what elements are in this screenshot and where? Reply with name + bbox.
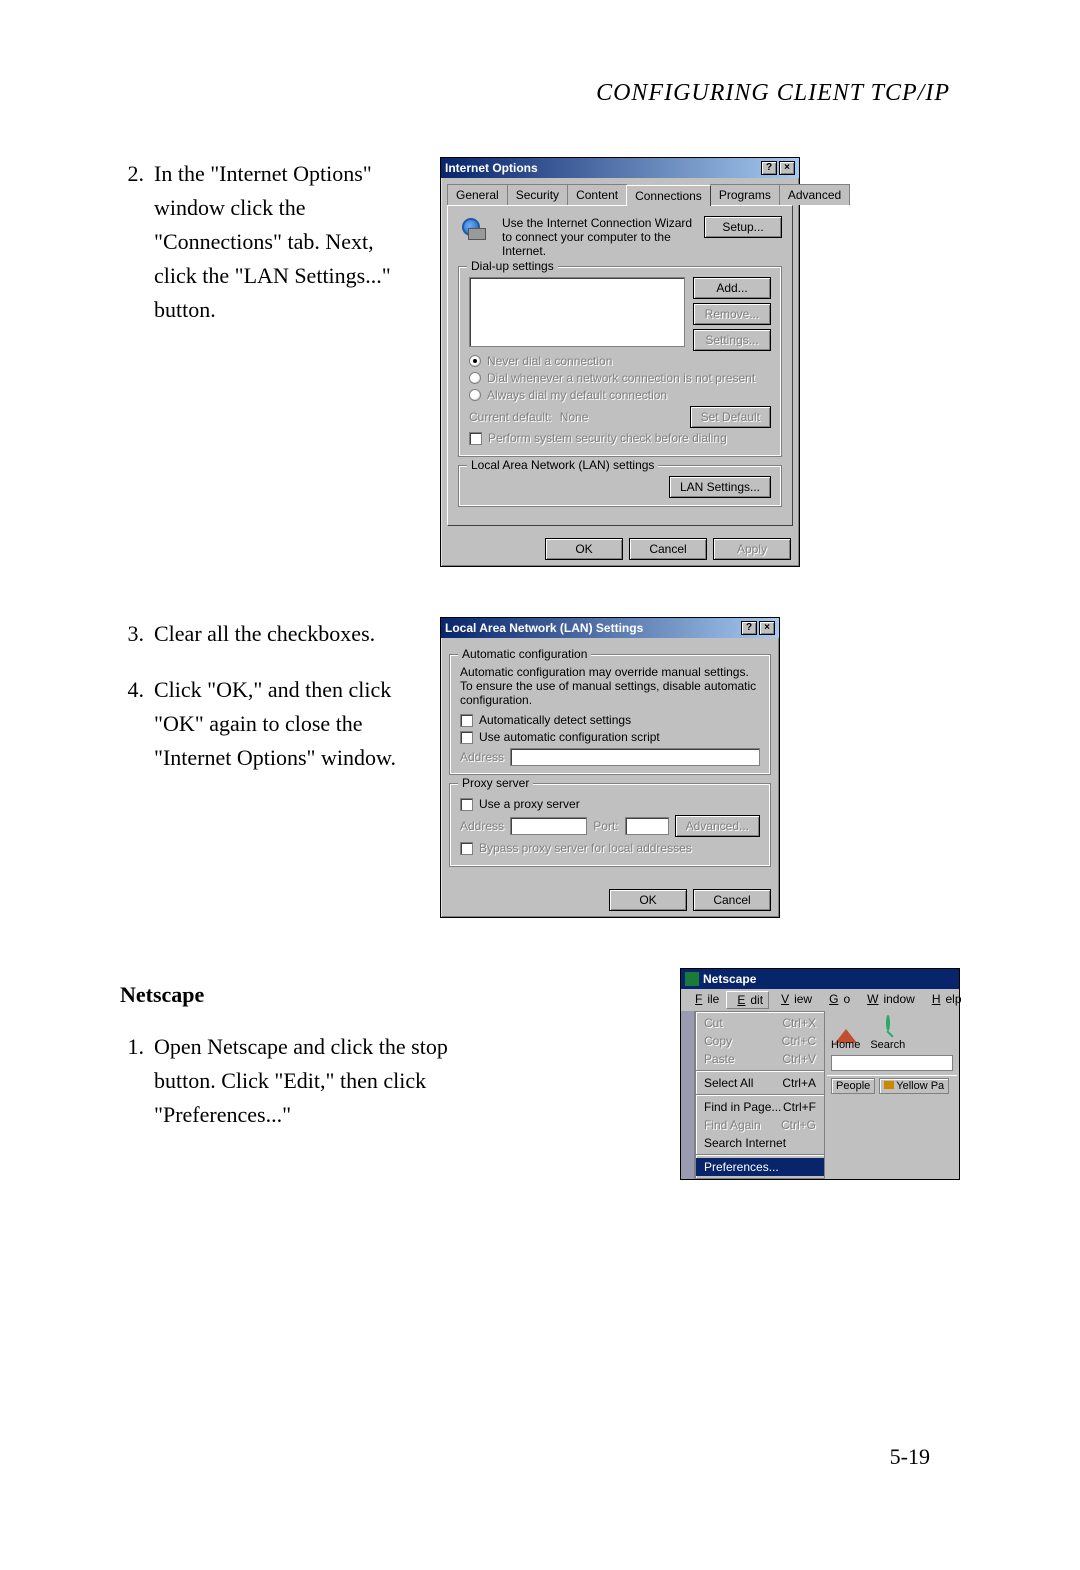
menu-window[interactable]: Window	[857, 991, 920, 1009]
lan-settings-dialog: Local Area Network (LAN) Settings ? × Au…	[440, 617, 780, 918]
menu-item-copy: CopyCtrl+C	[696, 1032, 824, 1050]
auto-config-text: Automatic configuration may override man…	[460, 665, 760, 707]
tab-strip: General Security Content Connections Pro…	[441, 178, 799, 205]
proxy-port-input	[625, 817, 669, 835]
proxy-address-input	[510, 817, 587, 835]
help-icon[interactable]: ?	[761, 161, 777, 175]
use-proxy-checkbox[interactable]: Use a proxy server	[460, 797, 760, 811]
page-number: 5-19	[890, 1444, 930, 1470]
menu-item-find-again: Find AgainCtrl+G	[696, 1116, 824, 1134]
tab-connections[interactable]: Connections	[626, 185, 711, 206]
radio-always-dial: Always dial my default connection	[469, 388, 771, 402]
cancel-button[interactable]: Cancel	[693, 889, 771, 911]
search-icon	[886, 1015, 890, 1031]
menu-item-select-all[interactable]: Select AllCtrl+A	[696, 1074, 824, 1092]
menu-item-preferences[interactable]: Preferences...	[696, 1158, 824, 1176]
tab-general[interactable]: General	[447, 184, 508, 205]
menu-file[interactable]: File	[685, 991, 724, 1009]
connection-wizard-icon	[458, 216, 490, 244]
menu-go[interactable]: Go	[819, 991, 855, 1009]
menu-edit[interactable]: Edit	[726, 991, 769, 1009]
radio-never-dial: Never dial a connection	[469, 354, 771, 368]
netscape-icon	[685, 972, 699, 986]
setup-button[interactable]: Setup...	[704, 216, 782, 238]
add-button[interactable]: Add...	[693, 277, 771, 299]
step-text: Clear all the checkboxes.	[154, 617, 410, 651]
step-number: 2.	[120, 157, 154, 327]
dialup-legend: Dial-up settings	[467, 259, 558, 273]
help-icon[interactable]: ?	[741, 621, 757, 635]
tab-content[interactable]: Content	[567, 184, 627, 205]
current-default-value: None	[560, 410, 682, 424]
menu-view[interactable]: View	[771, 991, 817, 1009]
settings-button: Settings...	[693, 329, 771, 351]
menu-item-paste: PasteCtrl+V	[696, 1050, 824, 1068]
step-text: In the "Internet Options" window click t…	[154, 157, 410, 327]
link-people[interactable]: People	[831, 1078, 875, 1094]
netscape-heading: Netscape	[120, 978, 500, 1012]
apply-button: Apply	[713, 538, 791, 560]
running-head: CONFIGURING CLIENT TCP/IP	[120, 80, 960, 107]
edit-dropdown-menu: CutCtrl+X CopyCtrl+C PasteCtrl+V Select …	[695, 1011, 825, 1179]
toolbar-search[interactable]: Search	[870, 1017, 905, 1051]
lan-settings-button[interactable]: LAN Settings...	[669, 476, 771, 498]
book-icon	[884, 1081, 894, 1089]
perform-check: Perform system security check before dia…	[469, 431, 771, 445]
step-number: 4.	[120, 673, 154, 775]
toolbar-home[interactable]: Home	[831, 1017, 860, 1051]
cancel-button[interactable]: Cancel	[629, 538, 707, 560]
link-yellow-pages[interactable]: Yellow Pa	[879, 1078, 949, 1094]
tab-advanced[interactable]: Advanced	[779, 184, 850, 205]
dialog-title: Internet Options	[445, 161, 538, 175]
address-bar[interactable]	[831, 1055, 953, 1071]
remove-button: Remove...	[693, 303, 771, 325]
proxy-advanced-button: Advanced...	[675, 815, 760, 837]
sidebar-grip[interactable]	[681, 1011, 695, 1179]
menubar: File Edit View Go Window Help	[681, 989, 959, 1011]
bypass-proxy-checkbox: Bypass proxy server for local addresses	[460, 841, 760, 855]
step-text: Click "OK," and then click "OK" again to…	[154, 673, 410, 775]
ok-button[interactable]: OK	[609, 889, 687, 911]
close-icon[interactable]: ×	[759, 621, 775, 635]
auto-script-address-input	[510, 748, 760, 766]
tab-security[interactable]: Security	[507, 184, 568, 205]
auto-script-checkbox[interactable]: Use automatic configuration script	[460, 730, 760, 744]
current-default-label: Current default:	[469, 410, 552, 424]
auto-config-legend: Automatic configuration	[458, 647, 591, 661]
auto-detect-checkbox[interactable]: Automatically detect settings	[460, 713, 760, 727]
netscape-window: Netscape File Edit View Go Window Help	[680, 968, 960, 1180]
dialup-list[interactable]	[469, 277, 685, 347]
address-label: Address	[460, 750, 504, 764]
step-number: 1.	[120, 1030, 154, 1132]
internet-options-dialog: Internet Options ? × General Security Co…	[440, 157, 800, 567]
proxy-legend: Proxy server	[458, 776, 533, 790]
ok-button[interactable]: OK	[545, 538, 623, 560]
proxy-address-label: Address	[460, 819, 504, 833]
step-number: 3.	[120, 617, 154, 651]
lan-legend: Local Area Network (LAN) settings	[467, 458, 658, 472]
menu-help[interactable]: Help	[922, 991, 967, 1009]
window-title: Netscape	[703, 972, 756, 986]
proxy-port-label: Port:	[593, 819, 618, 833]
radio-dial-when-no-net: Dial whenever a network connection is no…	[469, 371, 771, 385]
menu-item-cut: CutCtrl+X	[696, 1014, 824, 1032]
close-icon[interactable]: ×	[779, 161, 795, 175]
set-default-button: Set Default	[690, 406, 771, 428]
dialog-title: Local Area Network (LAN) Settings	[445, 621, 643, 635]
step-text: Open Netscape and click the stop button.…	[154, 1030, 500, 1132]
menu-item-search-internet[interactable]: Search Internet	[696, 1134, 824, 1152]
tab-programs[interactable]: Programs	[710, 184, 780, 205]
wizard-text: Use the Internet Connection Wizard to co…	[502, 216, 698, 258]
menu-item-find[interactable]: Find in Page...Ctrl+F	[696, 1098, 824, 1116]
